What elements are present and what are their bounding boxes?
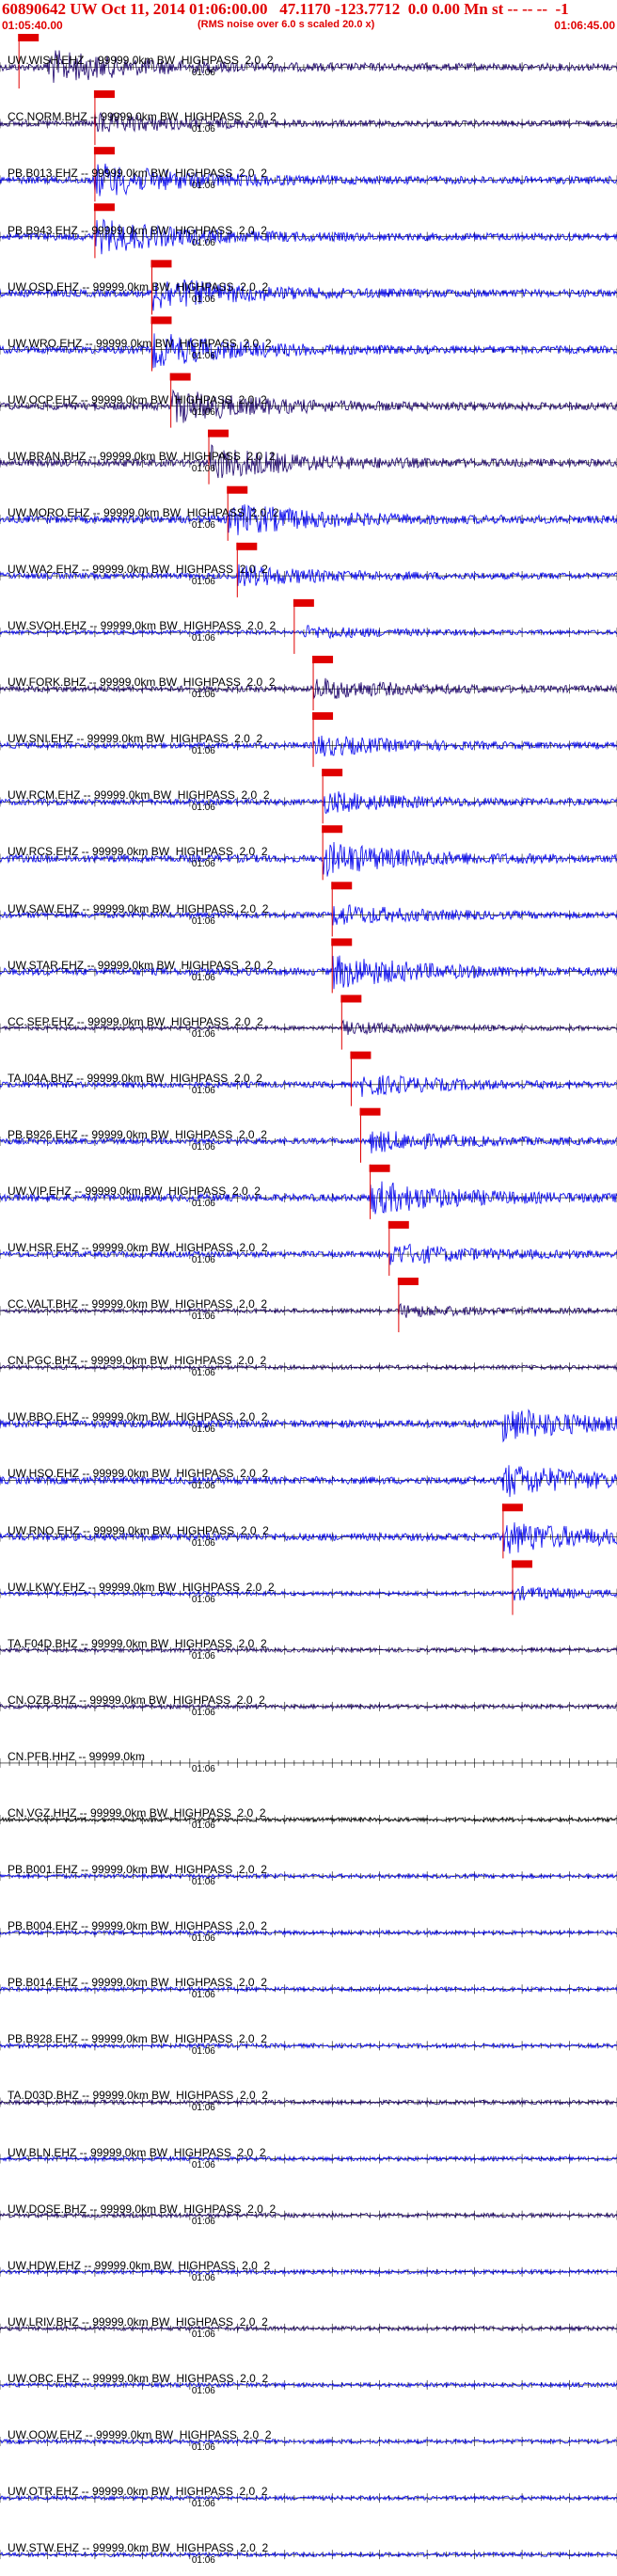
waveform [0, 333, 617, 369]
pick-marker [293, 598, 314, 607]
waveform [0, 1131, 617, 1153]
waveform [0, 564, 617, 587]
pick-marker [322, 825, 343, 834]
waveform [0, 1408, 617, 1443]
waveform [0, 791, 617, 814]
waveform [0, 278, 617, 311]
pick-marker [150, 316, 172, 325]
waveform [0, 111, 617, 133]
waveform [0, 218, 617, 255]
pick-marker [350, 1051, 372, 1059]
waveform [0, 50, 617, 84]
pick-marker [227, 485, 248, 494]
waveform [0, 1465, 617, 1498]
pick-marker [322, 769, 343, 777]
pick-marker [501, 1503, 523, 1512]
seismogram-plot [0, 34, 617, 2560]
pick-marker [312, 655, 334, 663]
start-time: 01:05:40.00 [2, 19, 63, 32]
pick-marker [169, 373, 191, 381]
waveform [0, 955, 617, 990]
waveform [0, 2098, 617, 2107]
pick-marker [93, 90, 115, 99]
pick-marker [359, 1107, 381, 1116]
pick-marker [397, 1277, 419, 1285]
waveform [0, 677, 617, 700]
end-time: 01:06:45.00 [554, 19, 615, 32]
pick-marker [312, 712, 334, 721]
waveform [0, 841, 617, 877]
pick-marker [331, 938, 353, 946]
waveform [0, 735, 617, 757]
pick-marker [150, 260, 172, 268]
pick-marker [208, 429, 229, 437]
pick-marker [331, 882, 353, 890]
waveform [0, 504, 617, 535]
waveform [0, 625, 617, 640]
waveform [0, 1074, 617, 1097]
waveform [0, 444, 617, 479]
pick-marker [236, 542, 258, 550]
waveform [0, 1019, 617, 1036]
pick-marker [93, 147, 115, 155]
pick-marker [340, 994, 362, 1003]
waveform [0, 389, 617, 423]
scale-note: (RMS noise over 6.0 s scaled 20.0 x) [198, 19, 375, 30]
pick-marker [18, 34, 40, 41]
pick-marker [93, 203, 115, 212]
waveform [0, 1522, 617, 1554]
pick-marker [388, 1220, 409, 1229]
plot-header: 60890642 UW Oct 11, 2014 01:06:00.00 47.… [0, 0, 617, 32]
pick-marker [369, 1164, 390, 1172]
waveform [0, 1243, 617, 1265]
pick-marker [511, 1560, 532, 1568]
event-title: 60890642 UW Oct 11, 2014 01:06:00.00 47.… [2, 0, 569, 18]
